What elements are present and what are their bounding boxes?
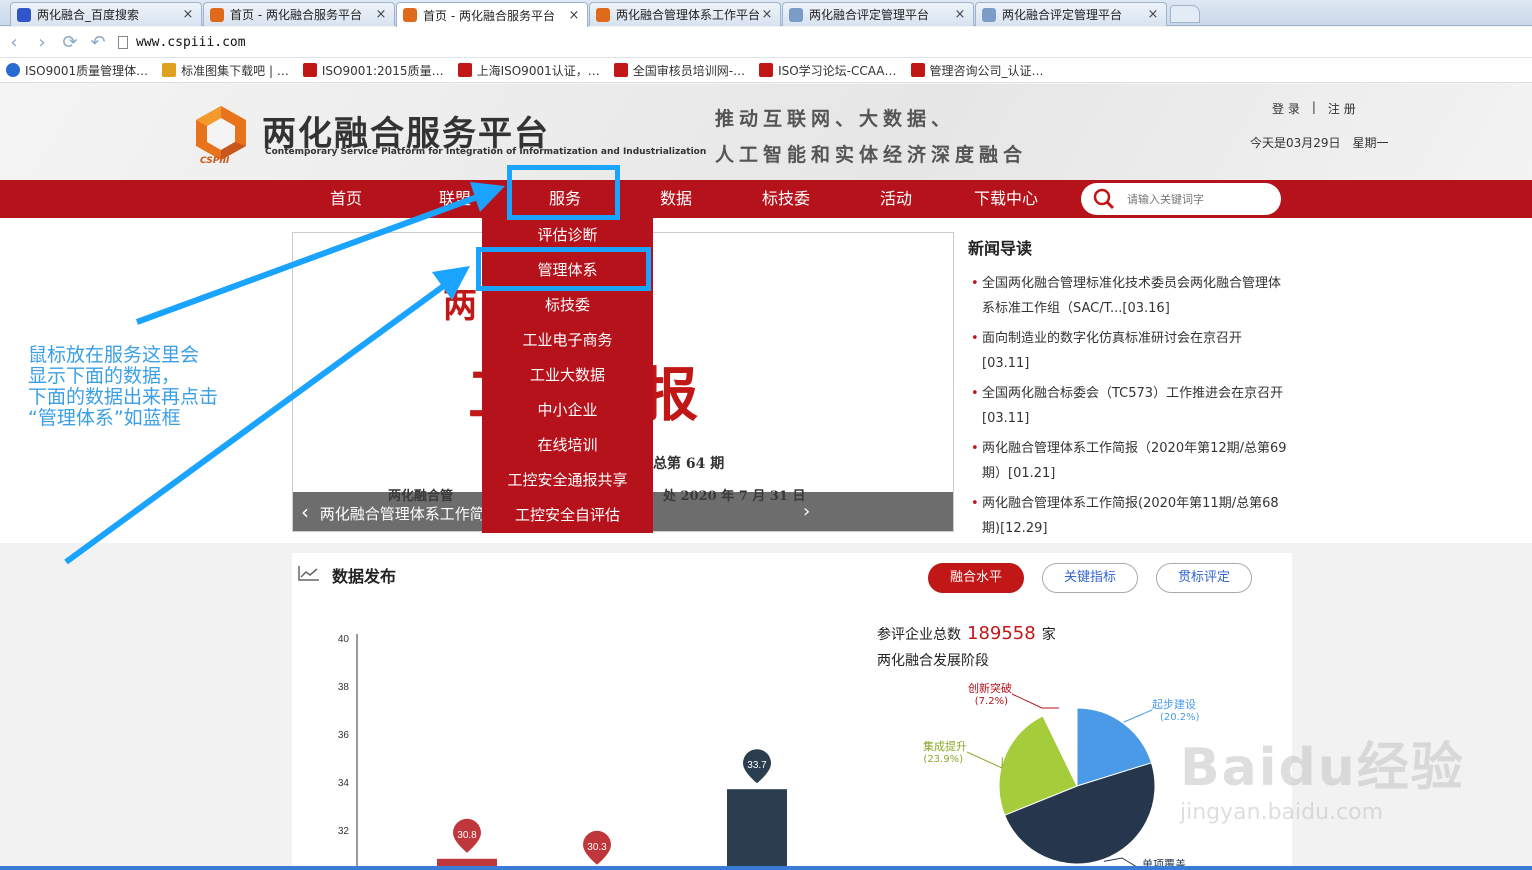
annotation-arrows bbox=[64, 182, 505, 565]
highlight-box-management bbox=[476, 247, 651, 291]
arrow-head bbox=[432, 266, 470, 300]
highlight-box-service bbox=[507, 165, 620, 220]
arrow-line bbox=[64, 282, 447, 565]
arrow-line bbox=[135, 193, 482, 325]
arrow-head bbox=[470, 182, 505, 212]
